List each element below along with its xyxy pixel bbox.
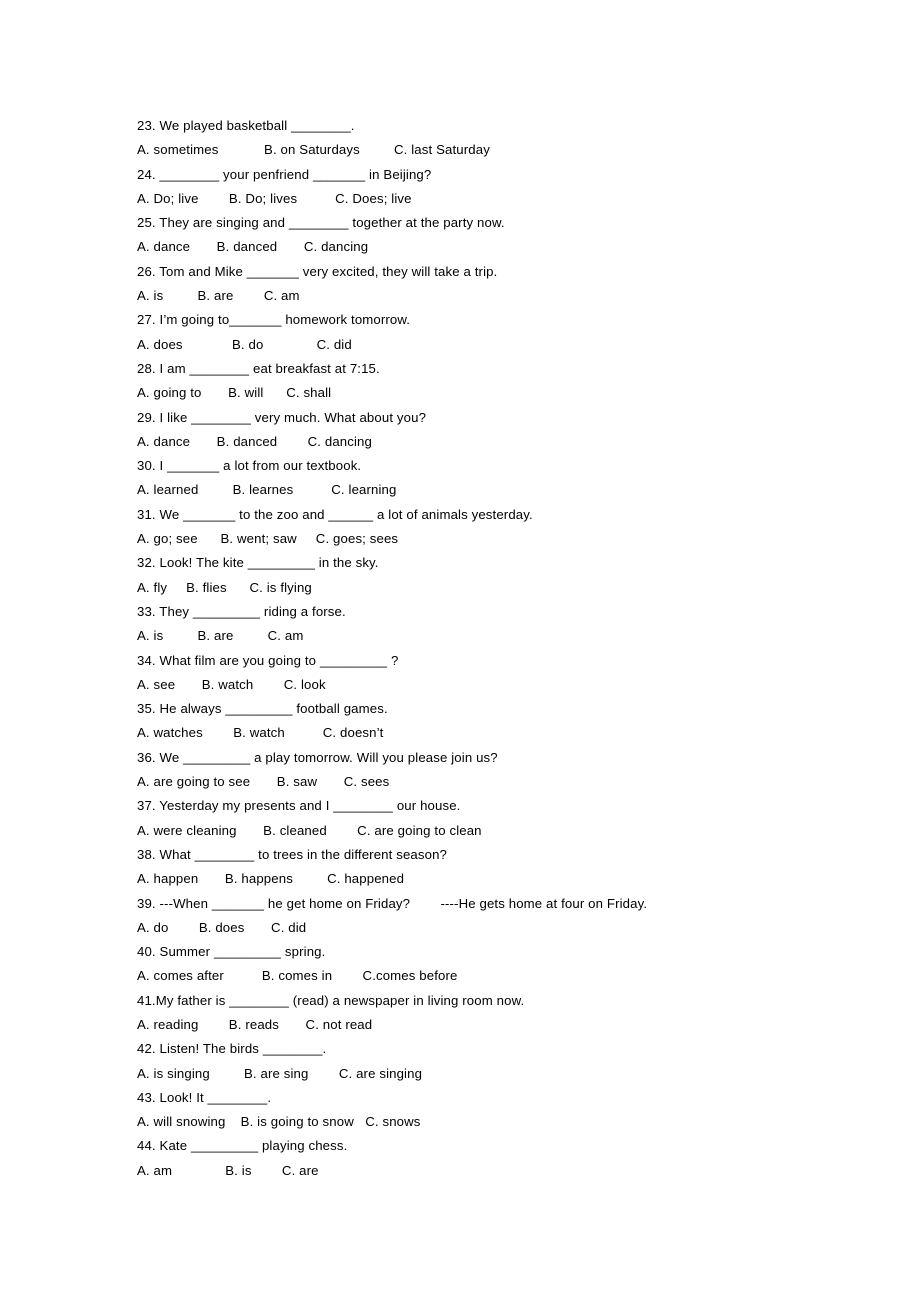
options-text: A. is B. are C. am (137, 628, 304, 644)
question-text: 35. He always _________ football games. (137, 701, 388, 717)
question-text: 44. Kate _________ playing chess. (137, 1138, 348, 1154)
question-text: 30. I _______ a lot from our textbook. (137, 458, 362, 474)
question-text: 25. They are singing and ________ togeth… (137, 215, 505, 231)
options-text: A. is B. are C. am (137, 288, 300, 304)
options-text: A. is singing B. are sing C. are singing (137, 1065, 423, 1081)
question-text: 24. ________ your penfriend _______ in B… (137, 166, 432, 182)
options-text: A. go; see B. went; saw C. goes; sees (137, 531, 399, 547)
question-text: 33. They _________ riding a forse. (137, 603, 346, 619)
document-page: 23. We played basketball ________. A. so… (0, 0, 920, 1302)
options-text: A. dance B. danced C. dancing (137, 433, 372, 449)
question-text: 42. Listen! The birds ________. (137, 1041, 327, 1057)
options-text: A. are going to see B. saw C. sees (137, 774, 390, 790)
options-text: A. reading B. reads C. not read (137, 1016, 373, 1032)
question-text: 27. I’m going to_______ homework tomorro… (137, 312, 411, 328)
question-text: 43. Look! It ________. (137, 1089, 272, 1105)
question-text: 39. ---When _______ he get home on Frida… (137, 895, 648, 911)
question-text: 34. What film are you going to _________… (137, 652, 399, 668)
question-text: 23. We played basketball ________. (137, 118, 355, 133)
question-text: 32. Look! The kite _________ in the sky. (137, 555, 379, 571)
options-text: A. fly B. flies C. is flying (137, 579, 312, 595)
question-text: 38. What ________ to trees in the differ… (137, 846, 448, 862)
question-text: 37. Yesterday my presents and I ________… (137, 798, 461, 814)
options-text: A. am B. is C. are (137, 1162, 319, 1178)
options-text: A. do B. does C. did (137, 919, 307, 935)
question-text: 41.My father is ________ (read) a newspa… (137, 992, 525, 1008)
options-text: A. sometimes B. on Saturdays C. last Sat… (137, 142, 490, 158)
options-text: A. watches B. watch C. doesn’t (137, 725, 384, 741)
question-text: 29. I like ________ very much. What abou… (137, 409, 427, 425)
options-text: A. see B. watch C. look (137, 676, 326, 692)
options-text: A. going to B. will C. shall (137, 385, 332, 401)
options-text: A. does B. do C. did (137, 336, 352, 352)
options-text: A. dance B. danced C. dancing (137, 239, 369, 255)
options-text: A. will snowing B. is going to snow C. s… (137, 1114, 421, 1130)
options-text: A. happen B. happens C. happened (137, 871, 405, 887)
options-text: A. Do; live B. Do; lives C. Does; live (137, 190, 412, 206)
worksheet-body: 23. We played basketball ________. A. so… (137, 114, 837, 1183)
question-text: 40. Summer _________ spring. (137, 944, 326, 960)
question-text: 28. I am ________ eat breakfast at 7:15. (137, 360, 380, 376)
options-text: A. were cleaning B. cleaned C. are going… (137, 822, 482, 838)
question-text: 36. We _________ a play tomorrow. Will y… (137, 749, 498, 765)
question-text: 26. Tom and Mike _______ very excited, t… (137, 263, 498, 279)
question-text: 31. We _______ to the zoo and ______ a l… (137, 506, 533, 522)
options-text: A. comes after B. comes in C.comes befor… (137, 968, 458, 984)
options-text: A. learned B. learnes C. learning (137, 482, 397, 498)
